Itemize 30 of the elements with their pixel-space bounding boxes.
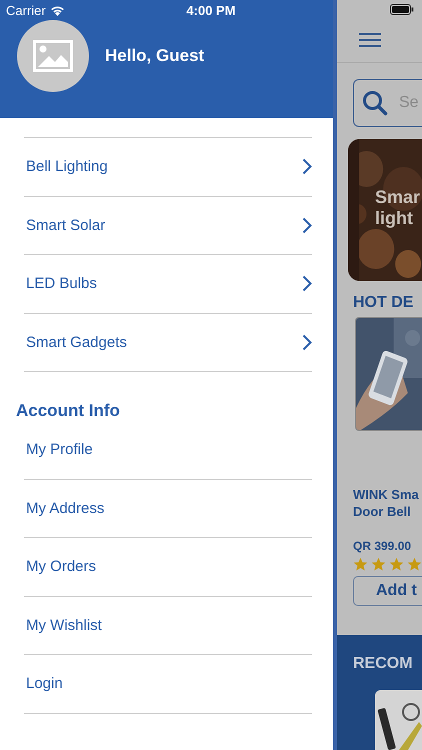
clock-time: 4:00 PM — [186, 2, 236, 18]
search-icon — [362, 90, 388, 116]
account-menu-item[interactable]: My Wishlist — [24, 596, 312, 655]
section-heading: RECOM — [353, 655, 414, 673]
chevron-right-icon — [302, 334, 312, 351]
wifi-icon — [50, 4, 65, 16]
category-item[interactable]: Smart Solar — [24, 196, 312, 254]
greeting-text: Hello, Guest — [105, 46, 204, 66]
battery-icon — [390, 4, 414, 15]
account-menu-item[interactable]: My Profile — [24, 421, 312, 480]
account-menu-item[interactable]: My Orders — [24, 538, 312, 596]
product-name: Door Bell — [353, 503, 412, 520]
chevron-right-icon — [302, 216, 312, 234]
chevron-right-icon — [302, 275, 312, 292]
account-menu-item[interactable]: My Address — [24, 480, 312, 538]
category-item[interactable]: Bell Lighting — [24, 137, 312, 196]
category-item[interactable]: Smart Gadgets — [24, 312, 312, 372]
chevron-right-icon — [302, 158, 312, 176]
menu-icon[interactable] — [359, 33, 381, 48]
add-to-cart-button[interactable]: Add t — [353, 576, 422, 606]
category-item[interactable]: LED Bulbs — [24, 254, 312, 312]
banner-title: Smar — [375, 186, 420, 208]
banner-title: light — [375, 208, 414, 229]
product-price: QR 399.00 — [353, 539, 412, 554]
image-icon — [33, 40, 73, 72]
section-heading: Account Info — [15, 400, 121, 421]
account-menu-item[interactable]: Login — [24, 655, 312, 714]
section-heading: HOT DE — [353, 294, 414, 312]
product-name: WINK Sma — [353, 486, 420, 504]
carrier-label: Carrier — [6, 2, 46, 18]
